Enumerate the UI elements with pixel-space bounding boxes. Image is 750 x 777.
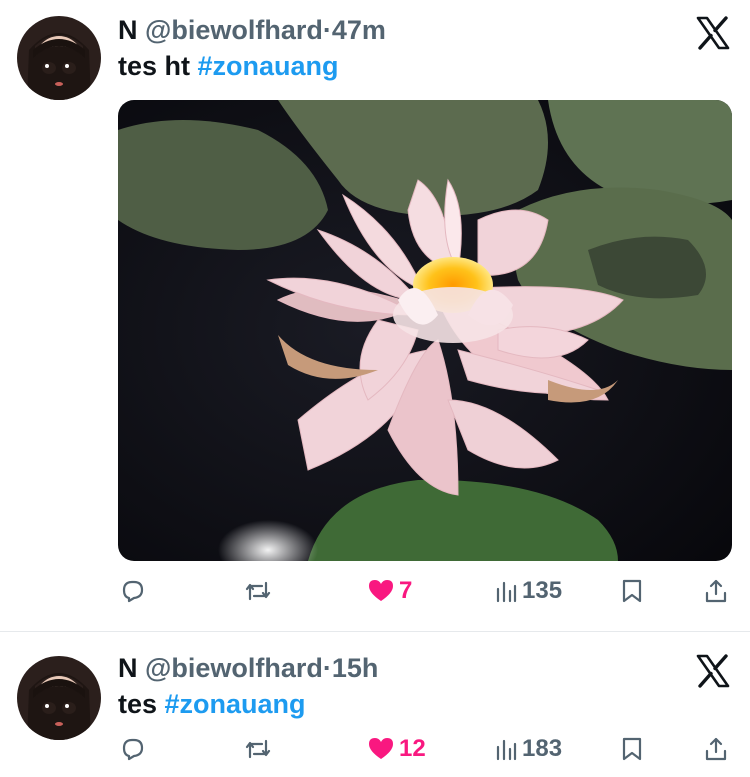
tweet-text-content: tes ht	[118, 51, 198, 81]
like-count: 12	[399, 735, 426, 762]
share-icon	[705, 579, 727, 603]
x-logo-icon[interactable]	[696, 16, 730, 50]
view-count: 183	[522, 735, 563, 762]
bookmark-button[interactable]	[620, 735, 644, 763]
like-button[interactable]: 12	[367, 735, 426, 763]
retweet-icon	[245, 739, 271, 759]
heart-icon	[369, 580, 393, 601]
tweet-actions: 7 135	[0, 577, 750, 617]
hashtag-link[interactable]: #zonauang	[165, 689, 306, 719]
x-logo-icon[interactable]	[696, 654, 730, 688]
bookmark-icon	[622, 737, 642, 761]
share-button[interactable]	[703, 577, 729, 605]
bookmark-button[interactable]	[620, 577, 644, 605]
tweet-text: tes #zonauang	[118, 688, 306, 720]
handle[interactable]: @biewolfhard	[145, 15, 323, 45]
retweet-icon	[245, 581, 271, 601]
like-count: 7	[399, 577, 413, 604]
hashtag-link[interactable]: #zonauang	[198, 51, 339, 81]
separator: ·	[322, 15, 332, 45]
timestamp[interactable]: 47m	[332, 15, 386, 45]
share-button[interactable]	[703, 735, 729, 763]
tweet-text: tes ht #zonauang	[118, 50, 339, 82]
bookmark-icon	[622, 579, 642, 603]
tweet-text-content: tes	[118, 689, 165, 719]
share-icon	[705, 737, 727, 761]
reply-button[interactable]	[118, 735, 150, 763]
reply-button[interactable]	[118, 577, 150, 605]
tweet-actions: 12 183	[0, 735, 750, 775]
retweet-button[interactable]	[243, 735, 277, 763]
tweet-header: N @biewolfhard·47m	[118, 14, 386, 46]
display-name[interactable]: N	[118, 653, 138, 683]
tweet-image[interactable]	[118, 100, 732, 561]
like-button[interactable]: 7	[367, 577, 412, 605]
handle[interactable]: @biewolfhard	[145, 653, 323, 683]
views-button[interactable]: 135	[494, 577, 562, 605]
tweet[interactable]: N @biewolfhard·15h tes #zonauang 12 183	[0, 632, 750, 777]
heart-icon	[369, 738, 393, 759]
display-name[interactable]: N	[118, 15, 138, 45]
avatar[interactable]	[17, 16, 101, 100]
views-icon	[496, 581, 517, 603]
reply-icon	[122, 580, 144, 603]
retweet-button[interactable]	[243, 577, 277, 605]
timestamp[interactable]: 15h	[332, 653, 379, 683]
tweet-header: N @biewolfhard·15h	[118, 652, 378, 684]
views-icon	[496, 739, 517, 761]
view-count: 135	[522, 577, 563, 604]
separator: ·	[322, 653, 332, 683]
avatar[interactable]	[17, 656, 101, 740]
views-button[interactable]: 183	[494, 735, 562, 763]
tweet[interactable]: N @biewolfhard·47m tes ht #zonauang 7 13…	[0, 0, 750, 631]
reply-icon	[122, 738, 144, 761]
